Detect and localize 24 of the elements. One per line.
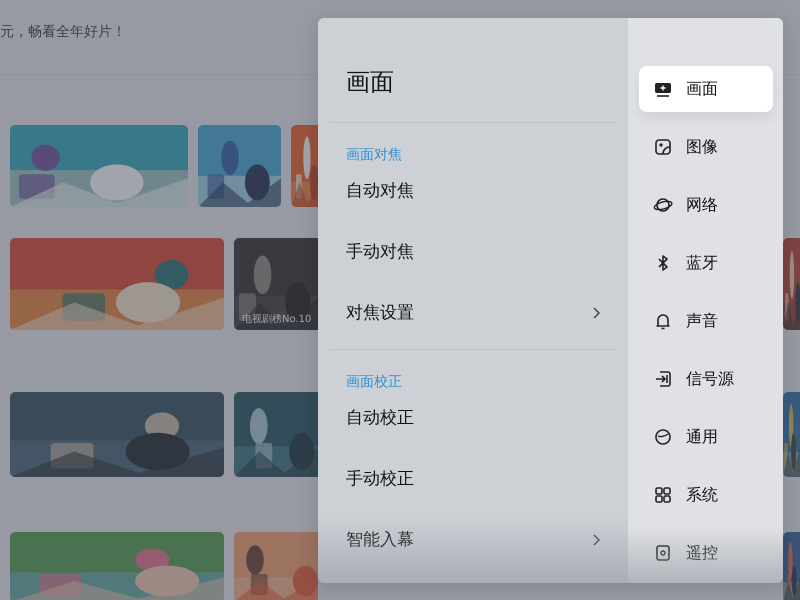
nav-item[interactable]: 蓝牙 bbox=[639, 240, 773, 286]
menu-item[interactable]: 手动校正 bbox=[330, 448, 616, 509]
panel-title: 画面 bbox=[330, 18, 616, 123]
nav-item[interactable]: 遥控 bbox=[639, 530, 773, 576]
nav-item[interactable]: 系统 bbox=[639, 472, 773, 518]
menu-item[interactable]: 智能入幕 bbox=[330, 509, 616, 570]
menu-item[interactable]: 对焦设置 bbox=[330, 282, 616, 343]
card-caption: 电视剧榜No.10 bbox=[242, 312, 312, 326]
nav-item[interactable]: 通用 bbox=[639, 414, 773, 460]
nav-item[interactable]: 网络 bbox=[639, 182, 773, 228]
smile-circle-icon bbox=[653, 427, 673, 447]
grid-icon bbox=[653, 485, 673, 505]
nav-item[interactable]: 画面 bbox=[639, 66, 773, 112]
remote-icon bbox=[653, 543, 673, 563]
input-source-icon bbox=[653, 369, 673, 389]
menu-item[interactable]: 手动对焦 bbox=[330, 221, 616, 282]
nav-item[interactable]: 图像 bbox=[639, 124, 773, 170]
promo-text: 元，畅看全年好片！ bbox=[0, 23, 126, 42]
chevron-right-icon bbox=[592, 534, 600, 546]
planet-icon bbox=[653, 195, 673, 215]
chevron-right-icon bbox=[592, 306, 600, 318]
nav-item[interactable]: 声音 bbox=[639, 298, 773, 344]
nav-item[interactable]: 信号源 bbox=[639, 356, 773, 402]
image-icon bbox=[653, 137, 673, 157]
